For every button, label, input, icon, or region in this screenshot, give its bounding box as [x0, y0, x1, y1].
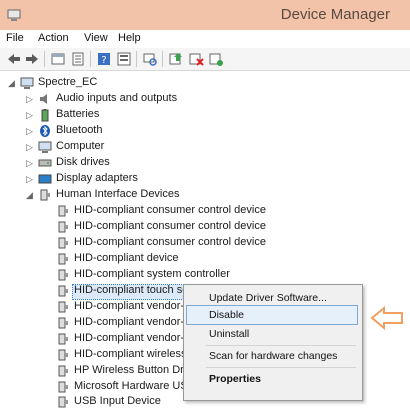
hid-device-icon: [58, 205, 68, 217]
menu-separator: [206, 345, 356, 346]
battery-icon: [41, 109, 49, 122]
menu-item-disable[interactable]: Disable: [209, 309, 244, 321]
expanded-arrow-icon[interactable]: ◢: [8, 77, 18, 89]
expanded-arrow-icon[interactable]: ◢: [26, 189, 36, 201]
toolbar: ?: [0, 48, 410, 71]
menu-item-uninstall[interactable]: Uninstall: [209, 328, 249, 340]
collapsed-arrow-icon[interactable]: ▷: [26, 173, 36, 185]
menu-action[interactable]: Action: [38, 32, 69, 44]
collapsed-arrow-icon[interactable]: ▷: [26, 157, 36, 169]
context-menu: Update Driver Software... Disable Uninst…: [183, 284, 363, 401]
collapsed-arrow-icon[interactable]: ▷: [26, 125, 36, 137]
tree-item-display-adapters[interactable]: ▷ Display adapters: [0, 171, 410, 187]
hid-device-icon: [58, 237, 68, 249]
hid-device-icon: [58, 317, 68, 329]
hid-device-item[interactable]: HID-compliant consumer control device: [0, 203, 410, 219]
hid-device-icon: [58, 349, 68, 361]
hid-device-icon: [58, 269, 68, 281]
menu-separator: [206, 367, 356, 368]
properties-sheet-icon[interactable]: [50, 51, 66, 67]
back-arrow-icon[interactable]: [6, 51, 22, 67]
collapsed-arrow-icon[interactable]: ▷: [26, 93, 36, 105]
list-view-icon[interactable]: [70, 51, 86, 67]
hid-device-icon: [58, 221, 68, 233]
title-bar: Device Manager: [0, 0, 410, 30]
collapsed-arrow-icon[interactable]: ▷: [26, 141, 36, 153]
svg-text:?: ?: [101, 55, 106, 66]
update-driver-icon[interactable]: [168, 51, 184, 67]
hid-device-icon: [58, 253, 68, 265]
tree-item-hid[interactable]: ◢ Human Interface Devices: [0, 187, 410, 203]
speaker-icon: [40, 94, 47, 104]
hid-device-icon: [58, 396, 68, 408]
hid-device-item[interactable]: HID-compliant consumer control device: [0, 219, 410, 235]
display-adapter-icon: [38, 174, 52, 184]
callout-arrow-icon: [370, 305, 403, 331]
hid-device-item[interactable]: HID-compliant consumer control device: [0, 235, 410, 251]
tree-item-disk-drives[interactable]: ▷ Disk drives: [0, 155, 410, 171]
disable-device-icon[interactable]: [188, 51, 204, 67]
uninstall-device-icon[interactable]: [208, 51, 224, 67]
menu-item-properties[interactable]: Properties: [209, 373, 261, 385]
tree-item-batteries[interactable]: ▷ Batteries: [0, 107, 410, 123]
disk-drive-icon: [38, 159, 52, 167]
menu-item-scan-hardware[interactable]: Scan for hardware changes: [209, 350, 337, 362]
menu-help[interactable]: Help: [118, 32, 141, 44]
forward-arrow-icon[interactable]: [24, 51, 40, 67]
menu-view[interactable]: View: [84, 32, 108, 44]
computer-icon: [20, 77, 34, 89]
hid-device-icon: [58, 365, 68, 377]
menu-file[interactable]: File: [6, 32, 24, 44]
tree-item-computer[interactable]: ▷ Computer: [0, 139, 410, 155]
tree-item-audio[interactable]: ▷ Audio inputs and outputs: [0, 91, 410, 107]
hid-device-icon: [58, 301, 68, 313]
collapsed-arrow-icon[interactable]: ▷: [26, 109, 36, 121]
help-icon[interactable]: ?: [96, 51, 112, 67]
hid-device-icon: [58, 333, 68, 345]
menu-bar: File Action View Help: [0, 30, 410, 48]
scan-hardware-icon[interactable]: [142, 51, 158, 67]
hid-device-item[interactable]: HID-compliant system controller: [0, 267, 410, 283]
hid-device-icon: [40, 189, 50, 201]
hid-device-icon: [58, 285, 68, 297]
tree-item-bluetooth[interactable]: ▷ Bluetooth: [0, 123, 410, 139]
hid-device-item[interactable]: HID-compliant device: [0, 251, 410, 267]
tree-root[interactable]: ◢ Spectre_EC: [0, 75, 410, 91]
menu-item-update-driver[interactable]: Update Driver Software...: [209, 292, 327, 304]
window-title: Device Manager: [280, 6, 390, 23]
hid-device-icon: [58, 381, 68, 393]
computer-icon: [38, 141, 52, 153]
details-icon[interactable]: [116, 51, 132, 67]
bluetooth-icon: [40, 125, 50, 137]
